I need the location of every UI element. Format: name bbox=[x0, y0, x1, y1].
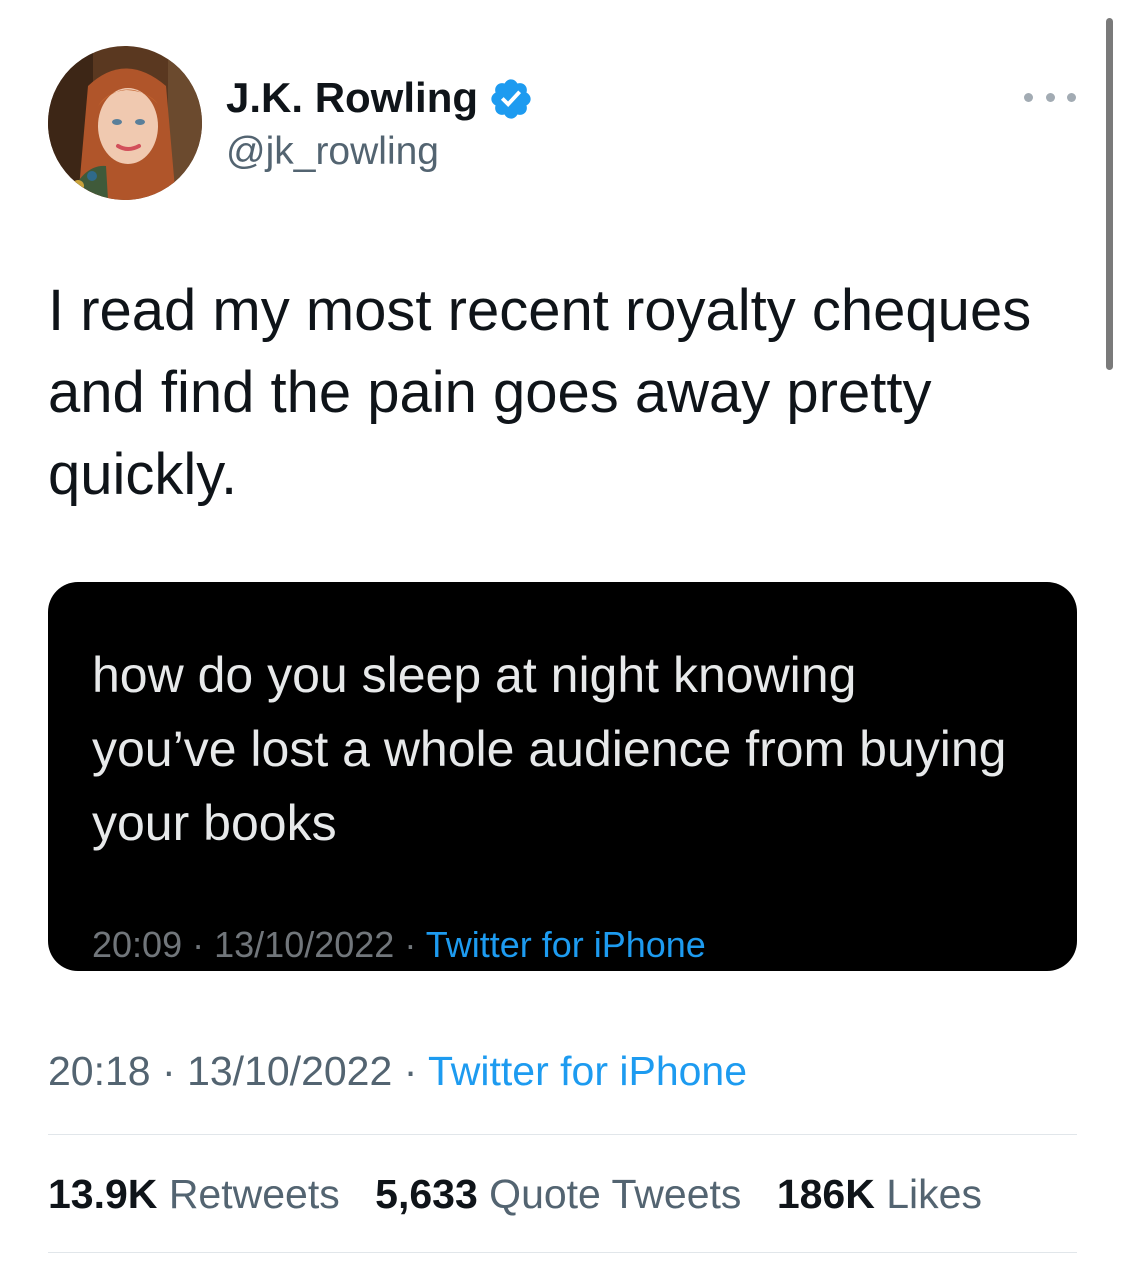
meta-separator: · bbox=[162, 1048, 176, 1094]
divider bbox=[48, 1134, 1077, 1135]
embedded-meta-separator: · bbox=[404, 924, 417, 965]
embedded-tweet-screenshot[interactable]: how do you sleep at night knowing you’ve… bbox=[48, 582, 1077, 971]
engagement-stats: 13.9K Retweets 5,633 Quote Tweets 186K L… bbox=[48, 1166, 1006, 1222]
retweets-count: 13.9K bbox=[48, 1171, 158, 1217]
likes-count: 186K bbox=[776, 1171, 875, 1217]
verified-badge-icon bbox=[491, 79, 531, 119]
embedded-tweet-source: Twitter for iPhone bbox=[425, 924, 706, 965]
scrollbar[interactable] bbox=[1106, 18, 1113, 370]
tweet-meta: 20:18 · 13/10/2022 · Twitter for iPhone bbox=[48, 1044, 747, 1098]
retweets-stat[interactable]: 13.9K Retweets bbox=[48, 1171, 340, 1217]
more-dot bbox=[1024, 92, 1033, 102]
tweet-text: I read my most recent royalty cheques an… bbox=[48, 278, 1032, 507]
quote-tweets-count: 5,633 bbox=[375, 1171, 478, 1217]
embedded-tweet-time: 20:09 bbox=[92, 924, 183, 965]
tweet-time[interactable]: 20:18 bbox=[48, 1048, 151, 1094]
divider bbox=[48, 1252, 1077, 1253]
embedded-tweet-meta: 20:09 · 13/10/2022 · Twitter for iPhone bbox=[92, 922, 706, 968]
avatar-image bbox=[48, 46, 202, 200]
author-handle[interactable]: @jk_rowling bbox=[226, 126, 439, 178]
tweet-date[interactable]: 13/10/2022 bbox=[187, 1048, 392, 1094]
retweets-label: Retweets bbox=[168, 1171, 340, 1217]
quote-tweets-label: Quote Tweets bbox=[489, 1171, 742, 1217]
embedded-tweet-text: how do you sleep at night knowing you’ve… bbox=[92, 647, 1007, 851]
embedded-meta-separator: · bbox=[192, 924, 205, 965]
embedded-tweet-date: 13/10/2022 bbox=[214, 924, 395, 965]
tweet-source-link[interactable]: Twitter for iPhone bbox=[428, 1048, 747, 1094]
likes-label: Likes bbox=[886, 1171, 982, 1217]
more-dot bbox=[1067, 92, 1076, 102]
quote-tweets-stat[interactable]: 5,633 Quote Tweets bbox=[375, 1171, 741, 1217]
more-options-icon[interactable] bbox=[1024, 84, 1076, 110]
likes-stat[interactable]: 186K Likes bbox=[777, 1171, 982, 1217]
more-dot bbox=[1045, 92, 1055, 102]
avatar[interactable] bbox=[48, 46, 202, 200]
meta-separator: · bbox=[403, 1048, 418, 1094]
author-display-name[interactable]: J.K. Rowling bbox=[226, 70, 478, 126]
